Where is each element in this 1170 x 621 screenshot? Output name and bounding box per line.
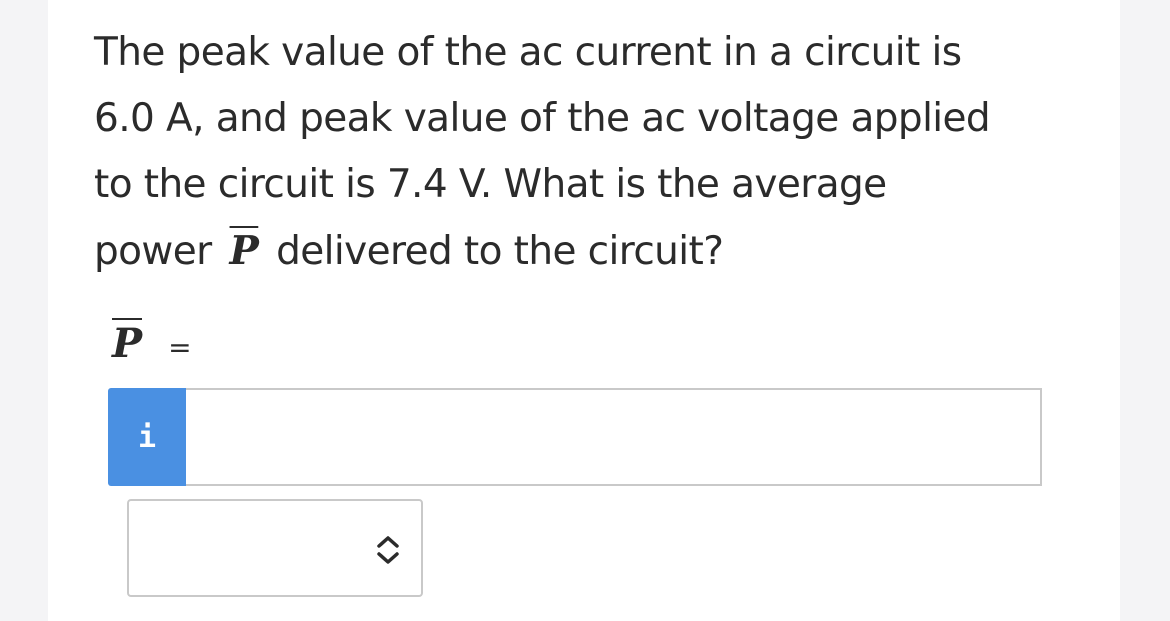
question-line-2: 6.0 A, and peak value of the ac voltage … [94,96,991,141]
answer-label: P = [112,318,192,378]
question-line-4-start: power [94,229,212,274]
question-line-1: The peak value of the ac current in a ci… [94,30,962,75]
info-icon: i [137,419,157,455]
question-line-3: to the circuit is 7.4 V. What is the ave… [94,162,887,207]
average-power-symbol: P [229,228,259,274]
question-line-4: power P delivered to the circuit? [94,218,1094,285]
units-dropdown[interactable] [127,499,423,597]
question-text: The peak value of the ac current in a ci… [94,20,1094,285]
up-down-chevron-icon [377,536,399,564]
answer-field-group: i [108,388,1042,486]
equals-sign: = [168,331,192,364]
question-line-4-end: delivered to the circuit? [276,229,724,274]
answer-variable: P [112,318,143,367]
info-button[interactable]: i [108,388,186,486]
answer-input[interactable] [186,388,1042,486]
